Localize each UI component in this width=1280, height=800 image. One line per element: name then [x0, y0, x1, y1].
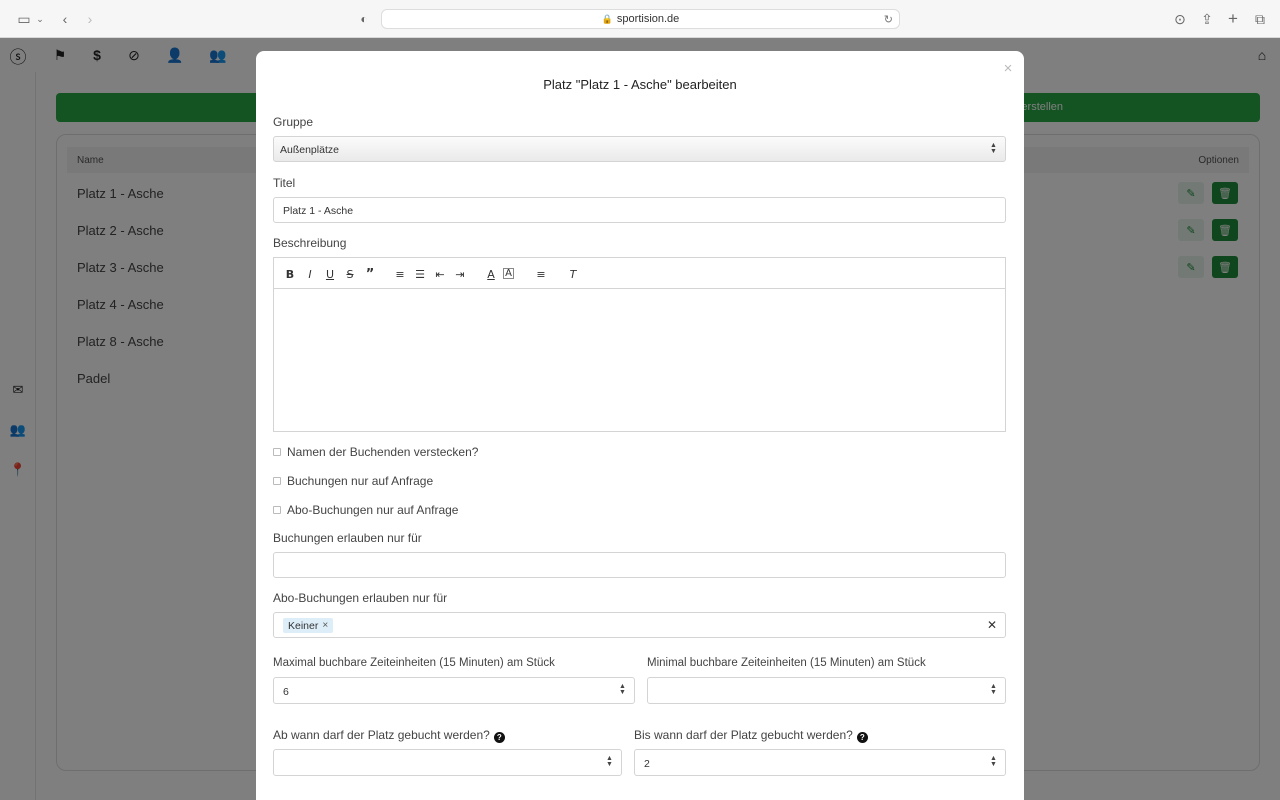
stepper-icon[interactable]: ▲ ▼ — [990, 683, 997, 697]
tab-overview-icon[interactable]: ⧉ — [1250, 9, 1270, 29]
on-request-checkbox[interactable] — [273, 477, 281, 485]
hide-names-checkbox-row[interactable]: Namen der Buchenden verstecken? — [273, 445, 478, 459]
stepper-icon[interactable]: ▲ ▼ — [619, 683, 626, 697]
ordered-list-icon[interactable]: ≡ — [392, 266, 408, 282]
abo-on-request-checkbox-row[interactable]: Abo-Buchungen nur auf Anfrage — [273, 503, 458, 517]
underline-icon[interactable]: U — [322, 266, 338, 282]
selected-tag-label: Keiner — [288, 619, 319, 632]
allow-abo-label: Abo-Buchungen erlauben nur für — [273, 591, 448, 605]
title-input-value: Platz 1 - Asche — [283, 205, 354, 217]
reload-icon[interactable]: ↻ — [884, 13, 893, 26]
browser-toolbar: ▭ ⌄ ‹ › ◐ 🔒 sportision.de ↻ ⊙ ⇪ + ⧉ — [0, 0, 1280, 38]
url-text: sportision.de — [616, 13, 680, 25]
strikethrough-icon[interactable]: S — [342, 266, 358, 282]
description-editor[interactable]: B I U S ” ≡ ☰ ⇤ ⇥ A A ≡ T — [273, 257, 1006, 432]
lock-icon: 🔒 — [601, 13, 613, 24]
question-circle-icon[interactable]: ? — [856, 732, 868, 743]
chevron-down-icon[interactable]: ⌄ — [34, 9, 46, 29]
close-icon[interactable]: × — [1001, 61, 1015, 76]
stepper-icon[interactable]: ▲ ▼ — [606, 755, 613, 769]
remove-tag-icon[interactable]: × — [322, 620, 328, 631]
new-tab-icon[interactable]: + — [1223, 9, 1243, 29]
hide-names-checkbox[interactable] — [273, 448, 281, 456]
edit-court-modal: Platz "Platz 1 - Asche" bearbeiten × Gru… — [256, 51, 1024, 800]
title-input[interactable]: Platz 1 - Asche — [273, 197, 1006, 223]
max-units-label: Maximal buchbare Zeiteinheiten (15 Minut… — [273, 657, 555, 669]
share-icon[interactable]: ⇪ — [1197, 9, 1217, 29]
allow-bookings-select[interactable] — [273, 552, 1006, 578]
abo-on-request-checkbox[interactable] — [273, 506, 281, 514]
forward-icon[interactable]: › — [80, 9, 100, 29]
allow-bookings-label: Buchungen erlauben nur für — [273, 531, 422, 545]
address-bar[interactable]: 🔒 sportision.de ↻ — [381, 9, 900, 29]
selected-tag: Keiner × — [283, 618, 334, 633]
until-when-label-row: Bis wann darf der Platz gebucht werden?? — [634, 728, 868, 743]
background-color-icon[interactable]: A — [503, 268, 514, 279]
until-when-input[interactable]: 2 ▲ ▼ — [634, 749, 1006, 776]
stepper-icon[interactable]: ▲ ▼ — [990, 755, 997, 769]
sidebar-toggle-icon[interactable]: ▭ — [14, 9, 34, 29]
on-request-checkbox-row[interactable]: Buchungen nur auf Anfrage — [273, 474, 433, 488]
from-when-label: Ab wann darf der Platz gebucht werden? — [273, 728, 490, 742]
align-icon[interactable]: ≡ — [533, 266, 549, 282]
indent-icon[interactable]: ⇥ — [452, 266, 468, 282]
max-units-value: 6 — [283, 686, 289, 698]
group-select-value: Außenplätze — [280, 144, 339, 156]
bullet-list-icon[interactable]: ☰ — [412, 266, 428, 282]
group-select[interactable]: Außenplätze ▲ ▼ — [273, 136, 1006, 162]
select-arrows-icon: ▲ ▼ — [990, 142, 997, 155]
privacy-shield-icon[interactable]: ◐ — [354, 9, 374, 29]
allow-abo-select[interactable]: Keiner × ✕ — [273, 612, 1006, 638]
bold-icon[interactable]: B — [282, 266, 298, 282]
until-when-label: Bis wann darf der Platz gebucht werden? — [634, 728, 853, 742]
until-when-value: 2 — [644, 758, 650, 770]
quote-icon[interactable]: ” — [362, 266, 378, 282]
clear-selection-icon[interactable]: ✕ — [987, 618, 997, 632]
outdent-icon[interactable]: ⇤ — [432, 266, 448, 282]
from-when-input[interactable]: ▲ ▼ — [273, 749, 622, 776]
on-request-label: Buchungen nur auf Anfrage — [287, 474, 434, 488]
text-color-icon[interactable]: A — [483, 266, 499, 282]
max-units-input[interactable]: 6 ▲ ▼ — [273, 677, 635, 704]
back-icon[interactable]: ‹ — [55, 9, 75, 29]
abo-on-request-label: Abo-Buchungen nur auf Anfrage — [287, 503, 459, 517]
italic-icon[interactable]: I — [302, 266, 318, 282]
min-units-label: Minimal buchbare Zeiteinheiten (15 Minut… — [647, 657, 926, 669]
editor-toolbar: B I U S ” ≡ ☰ ⇤ ⇥ A A ≡ T — [274, 258, 1005, 289]
hide-names-label: Namen der Buchenden verstecken? — [287, 445, 479, 459]
download-icon[interactable]: ⊙ — [1170, 9, 1190, 29]
group-label: Gruppe — [273, 115, 314, 129]
question-circle-icon[interactable]: ? — [493, 732, 505, 743]
from-when-label-row: Ab wann darf der Platz gebucht werden?? — [273, 728, 505, 743]
description-label: Beschreibung — [273, 236, 347, 250]
title-label: Titel — [273, 176, 296, 190]
clear-format-icon[interactable]: T — [565, 266, 581, 282]
modal-title: Platz "Platz 1 - Asche" bearbeiten — [543, 77, 737, 92]
min-units-input[interactable]: ▲ ▼ — [647, 677, 1006, 704]
